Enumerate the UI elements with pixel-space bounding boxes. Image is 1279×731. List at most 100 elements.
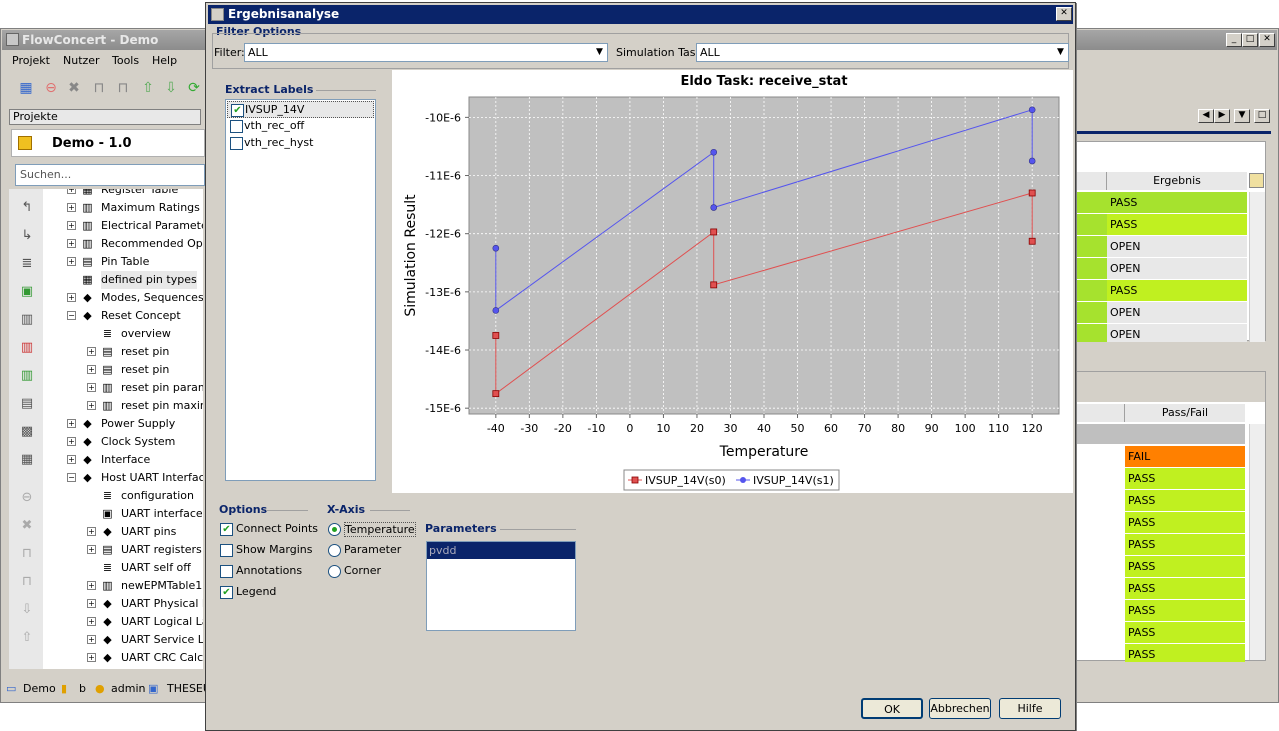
tree-item[interactable]: + ▥ Recommended Operating — [43, 235, 203, 253]
expand-toggle-icon[interactable]: + — [87, 365, 96, 374]
expand-toggle-icon[interactable]: + — [67, 419, 76, 428]
tree-item[interactable]: + ▤ Pin Table — [43, 253, 203, 271]
stop-icon[interactable]: ⊖ — [42, 79, 60, 97]
pass-fail-cell[interactable]: FAIL — [1125, 446, 1245, 468]
tree-item[interactable]: + ▥ reset pin maximum — [43, 397, 203, 415]
pass-fail-cell[interactable]: PASS — [1125, 578, 1245, 600]
expand-toggle-icon[interactable]: + — [87, 635, 96, 644]
tree-item[interactable]: + ▤ reset pin — [43, 361, 203, 379]
ok-button[interactable]: OK — [861, 698, 923, 719]
tree-item[interactable]: + ▥ Maximum Ratings — [43, 199, 203, 217]
checkbox[interactable] — [230, 120, 243, 133]
tree-item[interactable]: + ◆ Modes, Sequences — [43, 289, 203, 307]
expand-toggle-icon[interactable]: + — [87, 653, 96, 662]
chart-icon[interactable]: ▦ — [17, 79, 35, 97]
expand-toggle-icon[interactable]: − — [67, 473, 76, 482]
tree-item[interactable]: + ◆ UART Logical Layer — [43, 613, 203, 631]
cancel-button[interactable]: Abbrechen — [929, 698, 991, 719]
xaxis-option[interactable]: Temperature — [327, 521, 417, 538]
restore-button[interactable]: □ — [1254, 109, 1270, 123]
dialog-close-button[interactable]: ✕ — [1056, 7, 1072, 21]
filter-select[interactable]: ALL ▼ — [244, 43, 608, 62]
arrow-up-icon[interactable]: ⇧ — [139, 79, 157, 97]
table-row[interactable]: OPEN — [1077, 302, 1249, 324]
expand-toggle-icon[interactable]: + — [67, 239, 76, 248]
menu-projekt[interactable]: Projekt — [12, 53, 50, 69]
table-icon-6[interactable]: ▦ — [17, 451, 37, 469]
checkbox[interactable]: ✔ — [231, 104, 244, 117]
checkbox[interactable] — [230, 137, 243, 150]
tree-item[interactable]: + ◆ UART CRC Calculation — [43, 649, 203, 667]
tool-icon-2[interactable]: ↳ — [17, 227, 37, 245]
tree-item[interactable]: ≣ UART self off — [43, 559, 203, 577]
lock-icon[interactable]: ⊓ — [90, 79, 108, 97]
extract-label-item[interactable]: vth_rec_off — [227, 118, 374, 135]
tree-item[interactable]: − ◆ Reset Concept — [43, 307, 203, 325]
checkbox[interactable]: ✔ — [220, 586, 233, 599]
xaxis-option[interactable]: Parameter — [327, 542, 417, 559]
sim-task-select[interactable]: ALL ▼ — [696, 43, 1069, 62]
minimize-button[interactable]: _ — [1226, 33, 1242, 47]
table-row[interactable]: PASS — [1077, 192, 1249, 214]
expand-toggle-icon[interactable]: + — [67, 437, 76, 446]
table-icon-1[interactable]: ▥ — [17, 311, 37, 329]
menu-help[interactable]: Help — [152, 53, 177, 69]
tree-item[interactable]: ≣ overview — [43, 325, 203, 343]
xaxis-option[interactable]: Corner — [327, 563, 417, 580]
expand-toggle-icon[interactable]: + — [87, 347, 96, 356]
extract-label-item[interactable]: vth_rec_hyst — [227, 135, 374, 152]
tree-item[interactable]: ▦ defined pin types — [43, 271, 203, 289]
radio-button[interactable] — [328, 523, 341, 536]
table-settings-icon[interactable] — [1249, 173, 1264, 188]
bottom-table-header[interactable]: Pass/Fail — [1125, 404, 1245, 422]
expand-toggle-icon[interactable]: + — [67, 221, 76, 230]
tree-item[interactable]: + ▥ Electrical Parameters — [43, 217, 203, 235]
expand-toggle-icon[interactable]: + — [87, 599, 96, 608]
expand-toggle-icon[interactable]: − — [67, 311, 76, 320]
help-button[interactable]: Hilfe — [999, 698, 1061, 719]
expand-toggle-icon[interactable]: + — [87, 383, 96, 392]
option-item[interactable]: ✔ Connect Points — [219, 521, 319, 538]
table-icon-3[interactable]: ▥ — [17, 367, 37, 385]
tool-icon-1[interactable]: ↰ — [17, 199, 37, 217]
close-button[interactable]: ✕ — [1259, 33, 1275, 47]
bottom-scrollbar[interactable] — [1249, 424, 1265, 660]
pass-fail-cell[interactable]: PASS — [1125, 600, 1245, 622]
parameter-item[interactable]: pvdd — [427, 542, 575, 559]
nav-right-button[interactable]: ▶ — [1214, 109, 1230, 123]
expand-toggle-icon[interactable]: + — [67, 257, 76, 266]
tree-item[interactable]: + ▤ reset pin — [43, 343, 203, 361]
table-icon-5[interactable]: ▩ — [17, 423, 37, 441]
option-item[interactable]: Show Margins — [219, 542, 319, 559]
remove-icon[interactable]: ⊖ — [17, 489, 37, 507]
expand-toggle-icon[interactable]: + — [87, 581, 96, 590]
tree-item[interactable]: ≣ configuration — [43, 487, 203, 505]
expand-toggle-icon[interactable]: + — [87, 617, 96, 626]
tree-item[interactable]: + ◆ UART Physical Layer — [43, 595, 203, 613]
search-input[interactable]: Suchen... — [15, 164, 205, 186]
top-scrollbar[interactable] — [1249, 192, 1265, 342]
pass-fail-cell[interactable]: PASS — [1125, 622, 1245, 644]
tree-item[interactable]: − ◆ Host UART Interface — [43, 469, 203, 487]
arrow-down-icon[interactable]: ⇩ — [162, 79, 180, 97]
pass-fail-cell[interactable]: PASS — [1125, 490, 1245, 512]
expand-toggle-icon[interactable]: + — [67, 455, 76, 464]
unlock-icon-left[interactable]: ⊓ — [17, 573, 37, 591]
up-icon-left[interactable]: ⇧ — [17, 629, 37, 647]
refresh-icon[interactable]: ⟳ — [185, 79, 203, 97]
tree-item[interactable]: + ◆ UART pins — [43, 523, 203, 541]
expand-toggle-icon[interactable]: + — [67, 293, 76, 302]
table-row[interactable]: OPEN — [1077, 324, 1249, 342]
radio-button[interactable] — [328, 565, 341, 578]
nav-left-button[interactable]: ◀ — [1198, 109, 1214, 123]
expand-toggle-icon[interactable]: + — [87, 401, 96, 410]
pass-fail-cell[interactable]: PASS — [1125, 556, 1245, 578]
dropdown-button[interactable]: ▼ — [1234, 109, 1250, 123]
checkbox[interactable] — [220, 544, 233, 557]
tree-item[interactable]: + ◆ Interface — [43, 451, 203, 469]
tree-item[interactable]: + ▥ reset pin parameters — [43, 379, 203, 397]
table-row[interactable]: OPEN — [1077, 236, 1249, 258]
option-item[interactable]: Annotations — [219, 563, 319, 580]
table-icon-4[interactable]: ▤ — [17, 395, 37, 413]
expand-toggle-icon[interactable]: + — [87, 545, 96, 554]
